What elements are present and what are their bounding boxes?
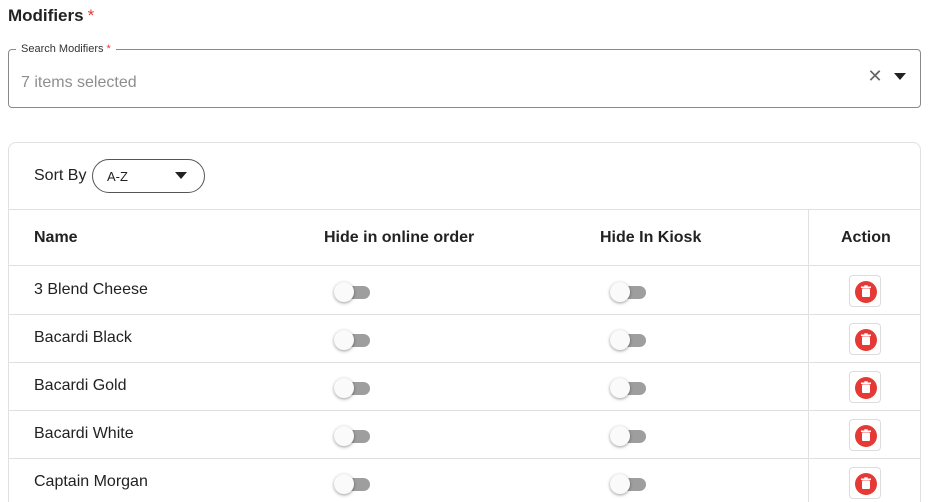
search-field-label-text: Search Modifiers (21, 43, 104, 55)
delete-button[interactable] (849, 323, 881, 355)
toggle-thumb (334, 474, 354, 494)
hide-kiosk-toggle[interactable] (610, 282, 646, 302)
hide-online-toggle[interactable] (334, 426, 370, 446)
hide-online-toggle[interactable] (334, 330, 370, 350)
toggle-thumb (610, 426, 630, 446)
hide-kiosk-toggle[interactable] (610, 426, 646, 446)
header-action: Action (841, 229, 891, 246)
toggle-thumb (610, 378, 630, 398)
table-row: Captain Morgan (9, 459, 920, 502)
required-marker: * (87, 6, 95, 25)
caret-down-icon[interactable] (894, 73, 906, 80)
delete-button[interactable] (849, 275, 881, 307)
toggle-thumb (610, 330, 630, 350)
section-title: Modifiers * (8, 6, 94, 26)
toggle-thumb (334, 282, 354, 302)
table-header-row: Name Hide in online order Hide In Kiosk … (9, 210, 920, 266)
toggle-thumb (334, 426, 354, 446)
delete-button[interactable] (849, 419, 881, 451)
toggle-thumb (334, 378, 354, 398)
modifiers-table-card: Sort By A-Z Name Hide in online order Hi… (8, 142, 921, 502)
toggle-thumb (610, 282, 630, 302)
hide-kiosk-toggle[interactable] (610, 330, 646, 350)
table-row: Bacardi Black (9, 315, 920, 363)
hide-online-toggle[interactable] (334, 378, 370, 398)
hide-online-toggle[interactable] (334, 474, 370, 494)
toggle-thumb (610, 474, 630, 494)
search-field-label: Search Modifiers * (16, 43, 116, 56)
modifier-name: Captain Morgan (34, 473, 148, 490)
hide-kiosk-toggle[interactable] (610, 474, 646, 494)
table-row: 3 Blend Cheese (9, 267, 920, 315)
search-required-marker: * (106, 43, 111, 55)
modifier-name: Bacardi White (34, 425, 134, 442)
modifier-name: Bacardi Black (34, 329, 132, 346)
hide-kiosk-toggle[interactable] (610, 378, 646, 398)
sort-by-label: Sort By (34, 167, 87, 184)
delete-button[interactable] (849, 371, 881, 403)
header-hide-kiosk: Hide In Kiosk (600, 229, 702, 246)
header-name: Name (34, 229, 78, 246)
header-hide-online: Hide in online order (324, 229, 475, 246)
table-row: Bacardi Gold (9, 363, 920, 411)
hide-online-toggle[interactable] (334, 282, 370, 302)
sort-select-value: A-Z (107, 169, 128, 184)
modifier-name: Bacardi Gold (34, 377, 127, 394)
toggle-thumb (334, 330, 354, 350)
caret-down-icon (175, 172, 187, 179)
close-icon[interactable]: ✕ (866, 67, 884, 85)
sort-select[interactable]: A-Z (92, 159, 205, 193)
table-row: Bacardi White (9, 411, 920, 459)
search-selected-value[interactable]: 7 items selected (21, 74, 137, 92)
modifier-name: 3 Blend Cheese (34, 281, 148, 298)
search-modifiers-field[interactable]: Search Modifiers * 7 items selected ✕ (8, 43, 921, 108)
delete-button[interactable] (849, 467, 881, 499)
sort-bar: Sort By A-Z (9, 143, 920, 210)
section-title-text: Modifiers (8, 6, 84, 25)
